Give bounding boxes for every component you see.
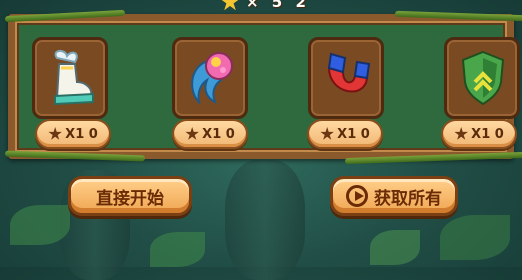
item-count-badge: X1 0: [307, 119, 383, 149]
background-leaf: [10, 205, 70, 245]
background-leaf: [440, 215, 510, 260]
play-icon: [346, 185, 368, 207]
star-icon: [185, 127, 199, 140]
item-frame: [444, 37, 520, 119]
get-all-label: 获取所有: [374, 188, 442, 209]
vine-decoration: [4, 9, 126, 23]
vine-decoration: [344, 151, 522, 165]
star-icon: [220, 0, 240, 11]
item-frame: [32, 37, 108, 119]
item-count-badge: X1 0: [172, 119, 248, 149]
item-count-text: X1 0: [202, 126, 235, 142]
star-icon: [454, 127, 468, 140]
start-directly-label: 直接开始: [96, 188, 164, 209]
vine-decoration: [4, 150, 146, 162]
background-leaf: [150, 232, 205, 267]
item-frame: [308, 37, 384, 119]
item-count-text: X1 0: [65, 126, 98, 142]
shield-icon: [461, 50, 505, 106]
item-count-text: X1 0: [471, 126, 504, 142]
star-counter-text: × 5 2: [246, 0, 310, 11]
star-counter: × 5 2: [220, 0, 310, 11]
background-tree-trunk: [225, 160, 305, 280]
star-icon: [320, 127, 334, 140]
get-all-button[interactable]: 获取所有: [330, 176, 458, 216]
start-directly-button[interactable]: 直接开始: [68, 176, 192, 216]
item-frame: [172, 37, 248, 119]
winged-boot-icon: [54, 50, 94, 106]
items-board: X1 0 X1 0 X1 0 X1 0: [4, 9, 522, 165]
item-count-badge: X1 0: [35, 119, 111, 149]
background-leaf: [370, 230, 420, 265]
vine-decoration: [394, 10, 522, 22]
comet-icon: [191, 52, 233, 106]
star-icon: [48, 127, 62, 140]
item-count-text: X1 0: [337, 126, 370, 142]
magnet-icon: [327, 52, 371, 93]
item-count-badge: X1 0: [441, 119, 517, 149]
